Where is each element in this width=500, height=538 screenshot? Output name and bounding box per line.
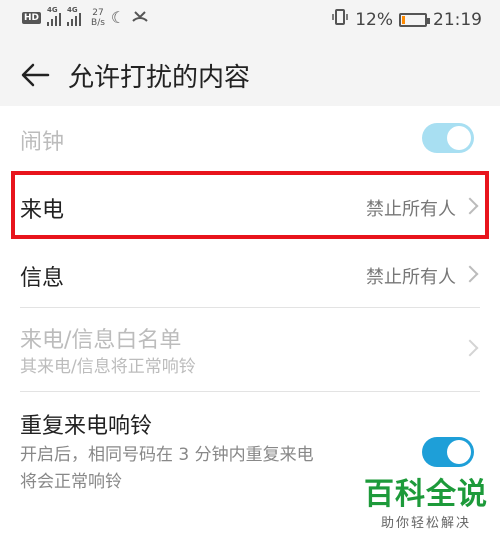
alarm-row: 闹钟 [0,106,500,170]
back-arrow-icon [21,63,50,87]
repeat-calls-subtitle-line1: 开启后，相同号码在 3 分钟内重复来电 [20,445,314,465]
battery-icon [399,12,430,27]
whitelist-row[interactable]: 来电/信息白名单 其来电/信息将正常响铃 [0,308,500,390]
net-speed: 27 B/s [91,8,105,28]
signal-icon-sim1: 4G [47,6,62,26]
top-area: HD 4G 4G 27 B/s ☾ 12% 21:19 允许打扰的内容 [0,0,500,106]
whitelist-subtitle: 其来电/信息将正常响铃 [20,357,196,377]
watermark-logo: 百科全说 助你轻松解决 [364,477,488,532]
alarm-label: 闹钟 [20,130,65,155]
vibrate-icon [331,8,349,31]
whitelist-label: 来电/信息白名单 [20,328,182,353]
messages-value: 禁止所有人 [366,267,456,288]
repeat-calls-subtitle-line2: 将会正常响铃 [20,472,122,492]
missed-call-icon [131,9,149,28]
page-title: 允许打扰的内容 [68,62,251,93]
messages-label: 信息 [20,266,65,291]
watermark-main: 百科全说 [364,477,488,512]
repeat-calls-toggle[interactable] [422,437,474,467]
status-right: 12% 21:19 [331,8,482,31]
hd-badge: HD [22,12,42,24]
moon-icon: ☾ [110,8,126,27]
watermark-sub: 助你轻松解决 [380,516,471,531]
signal-icon-sim2: 4G [67,6,82,26]
chevron-right-icon [461,265,479,283]
messages-row[interactable]: 信息 禁止所有人 [0,242,500,306]
status-bar: HD 4G 4G 27 B/s ☾ 12% 21:19 [0,0,500,38]
alarm-toggle[interactable] [422,123,474,153]
app-bar: 允许打扰的内容 [0,50,500,100]
highlight-box [11,171,489,239]
chevron-right-icon [461,339,479,357]
signal-label: 4G [47,6,58,14]
status-left: HD 4G 4G 27 B/s ☾ [22,6,149,28]
battery-percent: 12% [355,9,393,30]
signal-label: 4G [67,6,78,14]
repeat-calls-label: 重复来电响铃 [20,414,153,439]
back-button[interactable] [10,50,60,100]
net-speed-unit: B/s [91,18,105,28]
clock: 21:19 [433,9,482,30]
net-speed-value: 27 [92,8,104,18]
